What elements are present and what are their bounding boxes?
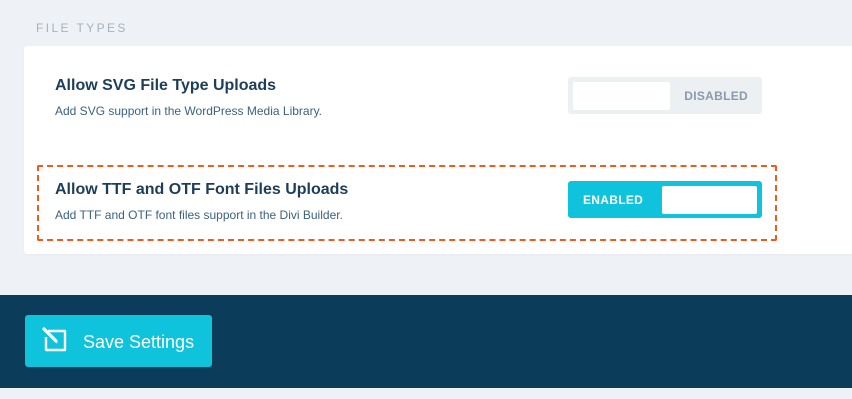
toggle-state-label: ENABLED [583, 193, 644, 207]
save-button-label: Save Settings [83, 332, 195, 352]
setting-description: Add TTF and OTF font files support in th… [55, 208, 343, 222]
setting-svg-uploads: Allow SVG File Type Uploads Add SVG supp… [55, 77, 322, 118]
toggle-state-label: DISABLED [684, 89, 748, 103]
svg-uploads-toggle[interactable]: DISABLED [568, 77, 762, 114]
setting-title: Allow SVG File Type Uploads [55, 77, 277, 94]
save-settings-button[interactable]: Save Settings [25, 315, 212, 367]
setting-title: Allow TTF and OTF Font Files Uploads [55, 181, 349, 198]
setting-font-uploads: Allow TTF and OTF Font Files Uploads Add… [55, 181, 348, 222]
toggle-knob [662, 186, 757, 214]
setting-description: Add SVG support in the WordPress Media L… [55, 104, 323, 118]
pencil-edit-icon [39, 325, 71, 357]
section-label: FILE TYPES [36, 21, 128, 35]
toggle-knob [573, 82, 670, 110]
font-uploads-toggle[interactable]: ENABLED [568, 181, 762, 218]
